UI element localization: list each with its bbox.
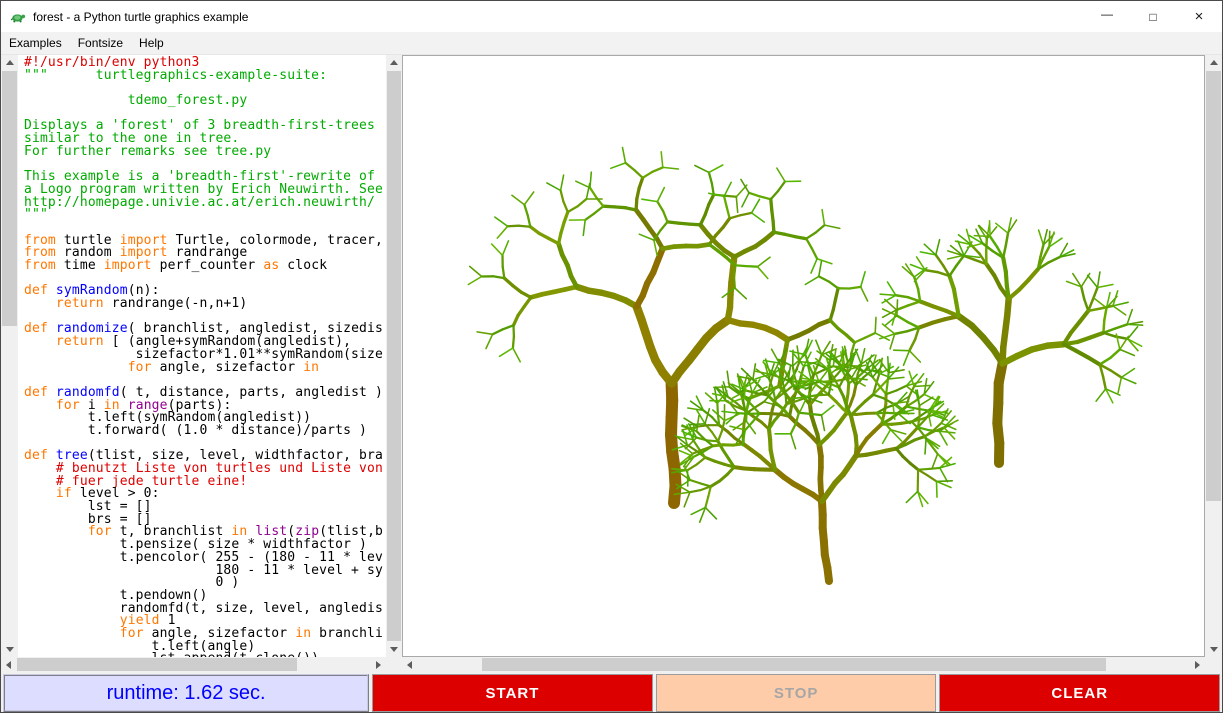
scroll-down-icon[interactable] bbox=[386, 642, 402, 657]
divider-vscrollbar-thumb[interactable] bbox=[387, 71, 401, 641]
turtle-canvas bbox=[402, 55, 1205, 657]
stop-button[interactable]: STOP bbox=[656, 674, 937, 712]
scroll-down-icon[interactable] bbox=[1205, 642, 1222, 657]
hscroll-row bbox=[1, 657, 1222, 672]
menu-help[interactable]: Help bbox=[131, 33, 172, 53]
menu-examples[interactable]: Examples bbox=[1, 33, 70, 53]
code-line: from time import perf_counter as clock bbox=[24, 260, 386, 273]
code-line: """ turtlegraphics-example-suite: bbox=[24, 70, 386, 83]
scroll-right-icon[interactable] bbox=[371, 657, 386, 672]
editor-vscrollbar-thumb[interactable] bbox=[2, 71, 17, 326]
status-bar: runtime: 1.62 sec. START STOP CLEAR bbox=[3, 674, 1220, 712]
code-line: http://homepage.univie.ac.at/erich.neuwi… bbox=[24, 197, 386, 210]
scrollbar-corner bbox=[1205, 657, 1222, 672]
code-line: For further remarks see tree.py bbox=[24, 146, 386, 159]
canvas-vscrollbar[interactable] bbox=[1205, 55, 1222, 657]
runtime-label: runtime: 1.62 sec. bbox=[3, 674, 369, 712]
window-title: forest - a Python turtle graphics exampl… bbox=[33, 10, 248, 24]
turtle-icon bbox=[10, 9, 26, 25]
minimize-button[interactable]: — bbox=[1084, 1, 1130, 32]
scroll-left-icon[interactable] bbox=[402, 657, 417, 672]
code-text: #!/usr/bin/env python3""" turtlegraphics… bbox=[24, 57, 386, 657]
editor-hscrollbar-thumb[interactable] bbox=[17, 658, 297, 671]
code-line: for angle, sizefactor in bbox=[24, 362, 386, 375]
scrollbar-corner bbox=[386, 657, 402, 672]
scroll-up-icon[interactable] bbox=[386, 55, 402, 70]
app-window: forest - a Python turtle graphics exampl… bbox=[0, 0, 1223, 713]
window-controls: — □ × bbox=[1084, 1, 1222, 32]
title-bar: forest - a Python turtle graphics exampl… bbox=[1, 1, 1222, 32]
code-line: return randrange(-n,n+1) bbox=[24, 298, 386, 311]
scroll-right-icon[interactable] bbox=[1190, 657, 1205, 672]
scroll-left-icon[interactable] bbox=[1, 657, 16, 672]
editor-vscrollbar[interactable] bbox=[1, 55, 18, 657]
canvas-hscrollbar-thumb[interactable] bbox=[482, 658, 1106, 671]
code-line: t.forward( (1.0 * distance)/parts ) bbox=[24, 425, 386, 438]
menu-fontsize[interactable]: Fontsize bbox=[70, 33, 131, 53]
start-button[interactable]: START bbox=[372, 674, 653, 712]
menu-bar: Examples Fontsize Help bbox=[1, 32, 1222, 55]
close-button[interactable]: × bbox=[1176, 1, 1222, 32]
code-line: """ bbox=[24, 209, 386, 222]
scroll-down-icon[interactable] bbox=[1, 642, 18, 657]
scroll-up-icon[interactable] bbox=[1205, 55, 1222, 70]
scroll-up-icon[interactable] bbox=[1, 55, 18, 70]
clear-button[interactable]: CLEAR bbox=[939, 674, 1220, 712]
editor-hscrollbar[interactable] bbox=[1, 657, 386, 672]
code-line: tdemo_forest.py bbox=[24, 95, 386, 108]
forest-drawing bbox=[403, 56, 1204, 656]
canvas-hscrollbar[interactable] bbox=[402, 657, 1205, 672]
canvas-vscrollbar-thumb[interactable] bbox=[1206, 71, 1221, 501]
main-content: #!/usr/bin/env python3""" turtlegraphics… bbox=[1, 55, 1222, 657]
maximize-button[interactable]: □ bbox=[1130, 1, 1176, 32]
divider-vscrollbar[interactable] bbox=[386, 55, 402, 657]
code-editor[interactable]: #!/usr/bin/env python3""" turtlegraphics… bbox=[18, 55, 386, 657]
